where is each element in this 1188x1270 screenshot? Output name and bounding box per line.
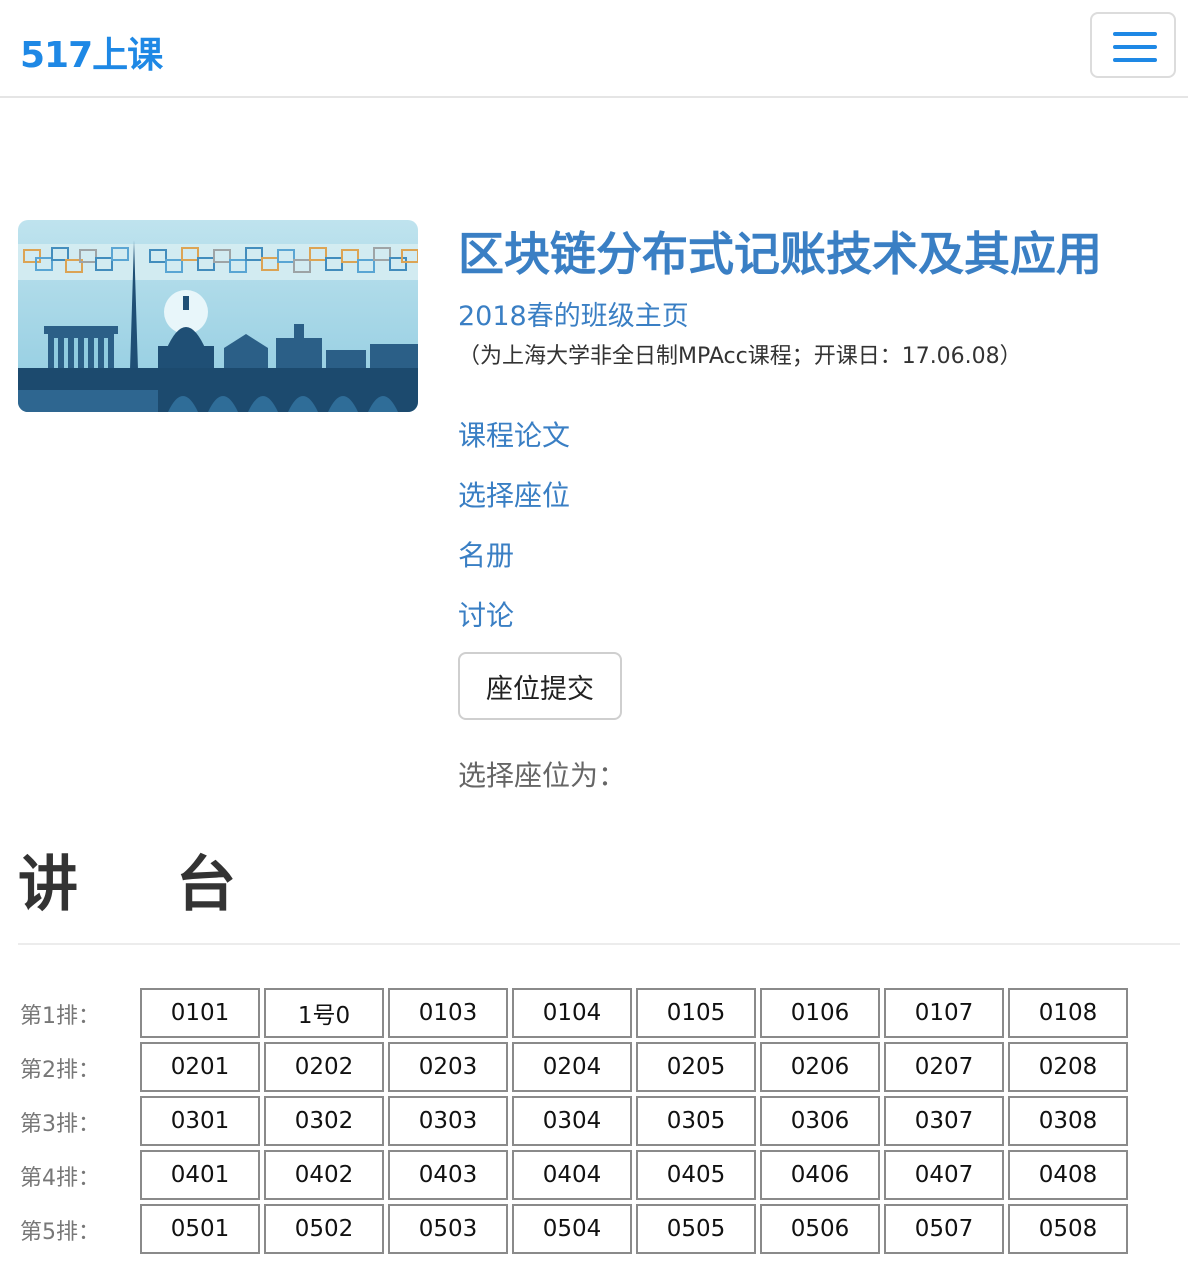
seat-button[interactable]: 0307 xyxy=(884,1096,1004,1146)
submit-seat-button[interactable]: 座位提交 xyxy=(458,652,622,720)
selected-seat-label: 选择座位为： xyxy=(458,759,627,792)
seat-button[interactable]: 0501 xyxy=(140,1204,260,1254)
seat-button[interactable]: 0402 xyxy=(264,1150,384,1200)
seat-button[interactable]: 0507 xyxy=(884,1204,1004,1254)
row-label: 第1排： xyxy=(20,1004,100,1029)
roster-link[interactable]: 名册 xyxy=(458,534,514,574)
row-label: 第2排： xyxy=(20,1058,100,1083)
course-cover-image xyxy=(18,220,418,412)
seat-row: 第5排： 0501 0502 0503 0504 0505 0506 0507 0508 xyxy=(0,1204,1188,1254)
seat-row: 第3排： 0301 0302 0303 0304 0305 0306 0307 0308 xyxy=(0,1096,1188,1146)
seat-button[interactable]: 0303 xyxy=(388,1096,508,1146)
class-homepage-link[interactable]: 2018春的班级主页 xyxy=(458,294,689,333)
seat-button[interactable]: 0405 xyxy=(636,1150,756,1200)
seat-row: 第1排： 0101 1号0 0103 0104 0105 0106 0107 0108 xyxy=(0,988,1188,1038)
row-label: 第5排： xyxy=(20,1220,100,1245)
seat-button[interactable]: 0408 xyxy=(1008,1150,1128,1200)
seat-button[interactable]: 0207 xyxy=(884,1042,1004,1092)
select-seat-link[interactable]: 选择座位 xyxy=(458,474,570,514)
brand-logo[interactable]: 517上课 xyxy=(20,26,163,78)
podium-char-2: 台 xyxy=(176,850,238,920)
seat-button[interactable]: 0107 xyxy=(884,988,1004,1038)
seat-button[interactable]: 0503 xyxy=(388,1204,508,1254)
seat-button[interactable]: 0508 xyxy=(1008,1204,1128,1254)
row-label: 第3排： xyxy=(20,1112,100,1137)
seat-button[interactable]: 0302 xyxy=(264,1096,384,1146)
seat-button[interactable]: 0204 xyxy=(512,1042,632,1092)
podium-divider xyxy=(18,943,1180,945)
seat-button[interactable]: 0208 xyxy=(1008,1042,1128,1092)
seat-button[interactable]: 0406 xyxy=(760,1150,880,1200)
seat-button[interactable]: 0101 xyxy=(140,988,260,1038)
hamburger-menu-icon xyxy=(1113,32,1157,36)
seat-button[interactable]: 0108 xyxy=(1008,988,1128,1038)
seat-button[interactable]: 0206 xyxy=(760,1042,880,1092)
hamburger-menu-icon-bar xyxy=(1113,45,1157,49)
podium-char-1: 讲 xyxy=(18,850,80,920)
seat-button[interactable]: 0404 xyxy=(512,1150,632,1200)
course-note: （为上海大学非全日制MPAcc课程；开课日：17.06.08） xyxy=(458,344,1022,369)
seat-button[interactable]: 0306 xyxy=(760,1096,880,1146)
seat-button[interactable]: 0202 xyxy=(264,1042,384,1092)
top-navbar: 517上课 xyxy=(0,0,1188,98)
seat-button[interactable]: 0205 xyxy=(636,1042,756,1092)
seat-button[interactable]: 0504 xyxy=(512,1204,632,1254)
skyline-illustration xyxy=(18,220,418,412)
seat-button[interactable]: 0106 xyxy=(760,988,880,1038)
seat-button[interactable]: 0403 xyxy=(388,1150,508,1200)
hamburger-menu-icon-bar xyxy=(1113,58,1157,62)
seat-button[interactable]: 0505 xyxy=(636,1204,756,1254)
seat-row: 第2排： 0201 0202 0203 0204 0205 0206 0207 0208 xyxy=(0,1042,1188,1092)
seat-button[interactable]: 0105 xyxy=(636,988,756,1038)
seat-button[interactable]: 0203 xyxy=(388,1042,508,1092)
seat-button[interactable]: 0304 xyxy=(512,1096,632,1146)
seat-button[interactable]: 0506 xyxy=(760,1204,880,1254)
row-label: 第4排： xyxy=(20,1166,100,1191)
seat-button[interactable]: 0502 xyxy=(264,1204,384,1254)
seat-button[interactable]: 0103 xyxy=(388,988,508,1038)
seat-button[interactable]: 0305 xyxy=(636,1096,756,1146)
seat-button[interactable]: 0407 xyxy=(884,1150,1004,1200)
seat-button[interactable]: 0201 xyxy=(140,1042,260,1092)
podium-heading: 讲台 xyxy=(18,836,238,923)
seat-row: 第4排： 0401 0402 0403 0404 0405 0406 0407 0408 xyxy=(0,1150,1188,1200)
seat-button[interactable]: 0104 xyxy=(512,988,632,1038)
course-paper-link[interactable]: 课程论文 xyxy=(458,414,570,454)
discussion-link[interactable]: 讨论 xyxy=(458,594,514,634)
course-title: 区块链分布式记账技术及其应用 xyxy=(458,227,1102,281)
seat-button[interactable]: 0308 xyxy=(1008,1096,1128,1146)
seat-button[interactable]: 0401 xyxy=(140,1150,260,1200)
seat-button[interactable]: 0301 xyxy=(140,1096,260,1146)
menu-toggle-button[interactable] xyxy=(1090,12,1176,78)
seat-button[interactable]: 1号0 xyxy=(264,988,384,1038)
